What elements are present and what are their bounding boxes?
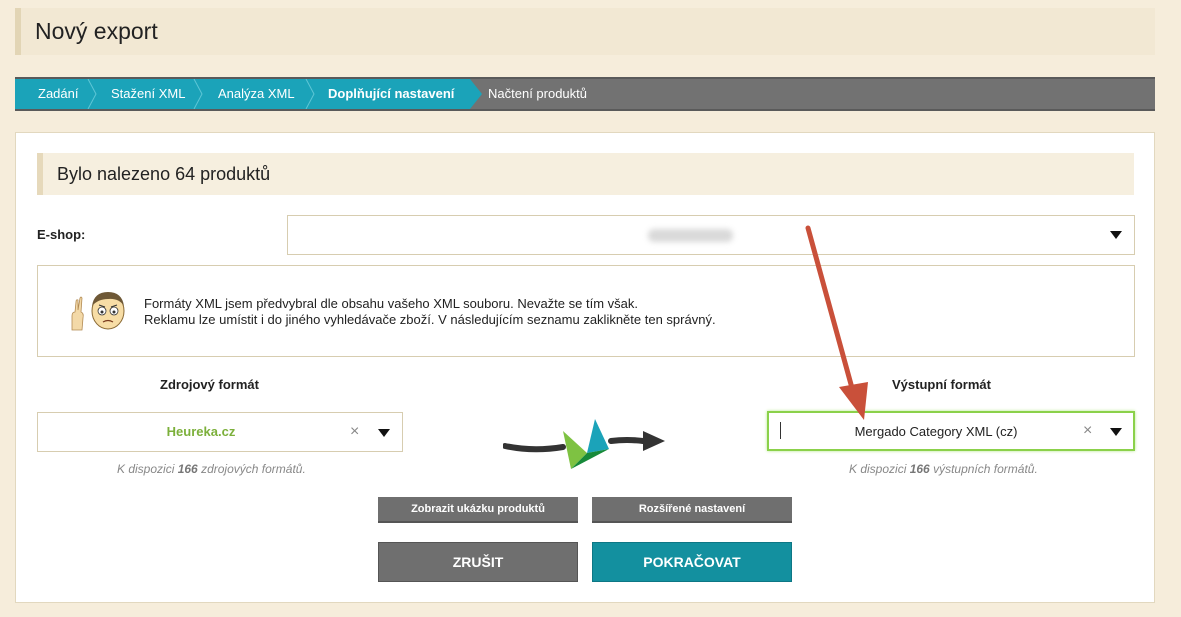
step-separator-icon (87, 79, 97, 109)
info-line-1: Formáty XML jsem předvybral dle obsahu v… (144, 296, 638, 311)
clear-icon[interactable]: × (1083, 422, 1092, 440)
blurred-eshop-value (648, 229, 733, 242)
output-format-value: Mergado Category XML (cz) (854, 424, 1018, 439)
chevron-down-icon[interactable] (378, 429, 390, 437)
eshop-select[interactable] (287, 215, 1135, 255)
text-cursor (780, 422, 781, 439)
step-zadani[interactable]: Zadání (38, 79, 78, 109)
output-format-label: Výstupní formát (892, 377, 991, 392)
source-availability: K dispozici 166 zdrojových formátů. (117, 462, 306, 476)
info-box: Formáty XML jsem předvybral dle obsahu v… (37, 265, 1135, 357)
source-format-select[interactable]: Heureka.cz × (37, 412, 403, 452)
show-product-preview-button[interactable]: Zobrazit ukázku produktů (378, 497, 578, 523)
mascot-face-icon (71, 292, 125, 331)
step-stazeni-xml[interactable]: Stažení XML (111, 79, 185, 109)
page-title: Nový export (35, 18, 158, 44)
source-format-value: Heureka.cz (166, 424, 236, 439)
availability-prefix: K dispozici (117, 462, 175, 476)
availability-suffix: výstupních formátů. (933, 462, 1038, 476)
page-header: Nový export (15, 8, 1155, 55)
clear-icon[interactable]: × (350, 423, 359, 441)
products-found-title: Bylo nalezeno 64 produktů (57, 164, 271, 184)
source-format-label: Zdrojový formát (160, 377, 259, 392)
convert-arrow-logo-icon (503, 419, 665, 469)
export-settings-panel: Bylo nalezeno 64 produktů E-shop: Formát… (15, 132, 1155, 603)
output-format-select[interactable]: Mergado Category XML (cz) × (767, 411, 1135, 451)
availability-prefix: K dispozici (849, 462, 907, 476)
info-line-2: Reklamu lze umístit i do jiného vyhledáv… (144, 312, 716, 327)
continue-button[interactable]: POKRAČOVAT (592, 542, 792, 582)
chevron-down-icon[interactable] (1110, 428, 1122, 436)
source-format-count: 166 (177, 462, 198, 476)
panel-heading: Bylo nalezeno 64 produktů (37, 153, 1134, 195)
step-analyza-xml[interactable]: Analýza XML (218, 79, 295, 109)
availability-suffix: zdrojových formátů. (201, 462, 306, 476)
active-step-arrow-tip (470, 79, 482, 109)
step-doplnujici-nastaveni[interactable]: Doplňující nastavení (328, 79, 454, 109)
output-format-count: 166 (909, 462, 930, 476)
info-text: Formáty XML jsem předvybral dle obsahu v… (144, 296, 716, 328)
step-nacteni-produktu: Načtení produktů (488, 86, 588, 101)
chevron-down-icon[interactable] (1110, 231, 1122, 239)
cancel-button[interactable]: ZRUŠIT (378, 542, 578, 582)
output-availability: K dispozici 166 výstupních formátů. (849, 462, 1038, 476)
wizard-steps: Zadání Stažení XML Analýza XML Doplňujíc… (15, 77, 1155, 111)
eshop-label: E-shop: (37, 227, 86, 242)
step-separator-icon (305, 79, 315, 109)
step-separator-icon (193, 79, 203, 109)
advanced-settings-button[interactable]: Rozšířené nastavení (592, 497, 792, 523)
